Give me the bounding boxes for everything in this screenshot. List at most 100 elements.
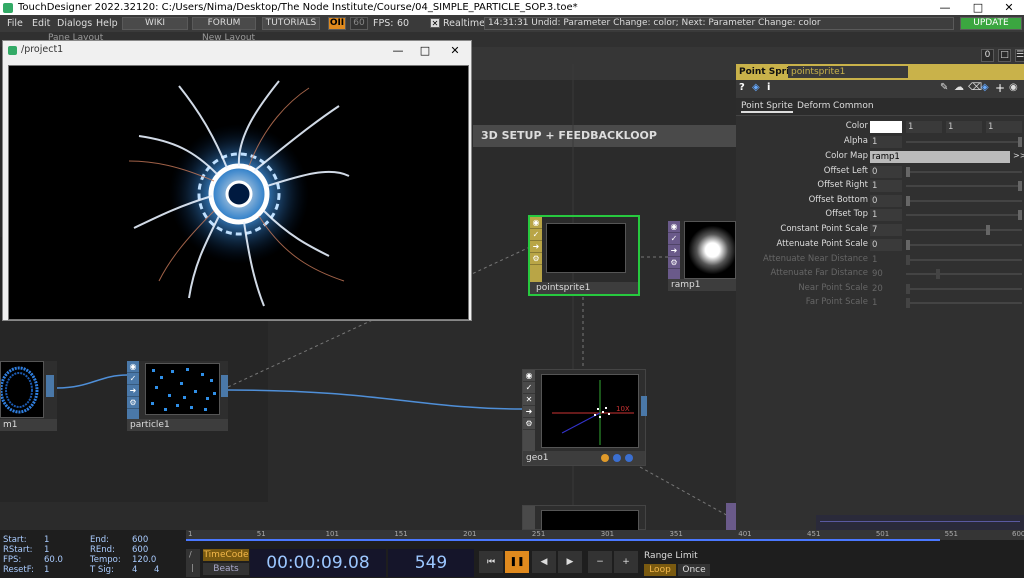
display-flag-icon[interactable]: ◉ [530,217,542,229]
float-minimize-icon[interactable]: — [383,43,413,58]
python-icon[interactable]: ◈ [752,82,760,93]
param-value-field[interactable]: 90 [870,268,902,280]
time-display[interactable]: 00:00:09.08 [250,549,386,577]
project-viewer-window[interactable]: /project1 — □ ✕ [2,40,472,321]
tab-deform[interactable]: Deform [797,101,830,111]
param-slider[interactable] [906,298,1022,308]
param-value-field[interactable]: 20 [870,283,902,295]
rewind-button[interactable]: ⏮ [479,551,503,573]
pane-menu-icon[interactable]: ☰ [1015,49,1024,62]
color-g-field[interactable]: 1 [946,121,982,133]
param-slider[interactable] [906,240,1022,250]
bottom-node[interactable] [522,505,646,530]
output-connector[interactable] [46,375,54,397]
tsig-denominator[interactable]: 4 [154,565,159,575]
tsig-numerator[interactable]: 4 [132,565,137,575]
param-value-field[interactable]: 1 [870,297,902,309]
arrow-flag-icon[interactable]: ➜ [523,406,535,418]
realtime-checkbox[interactable]: ✕ [430,18,440,28]
tab-point-sprite[interactable]: Point Sprite [741,101,793,113]
param-slider[interactable] [906,137,1022,147]
render-output-viewer[interactable] [8,65,469,320]
end-value[interactable]: 600 [132,535,148,545]
node-name[interactable]: ramp1 [668,279,736,291]
right-node-edge[interactable] [726,503,736,530]
slider-knob[interactable] [906,196,910,206]
loop-button[interactable]: Loop [644,564,676,576]
timeline-side-toggle[interactable]: / | [186,549,200,577]
node-name[interactable]: m1 [0,419,57,431]
ramp-node[interactable]: ◉ ✓ ➜ ⚙ ramp1 [668,221,736,291]
geo-node[interactable]: ◉ ✓ ✕ ➜ ⚙ 10X geo1 [522,369,647,466]
rstart-value[interactable]: 1 [44,545,49,555]
resetf-value[interactable]: 1 [44,565,49,575]
bottom-node-preview[interactable] [541,510,639,530]
param-slider[interactable] [906,255,1022,265]
minimize-icon[interactable]: — [930,0,960,15]
arrow-flag-icon[interactable]: ➜ [127,385,139,397]
menu-file[interactable]: File [7,15,23,32]
start-value[interactable]: 1 [44,535,49,545]
pane-split-icon[interactable]: □ [998,49,1011,62]
param-value-field[interactable]: 7 [870,224,902,236]
slider-knob[interactable] [906,284,910,294]
display-dot-icon[interactable] [613,454,621,462]
step-forward-button[interactable]: ▶ [558,551,582,573]
slider-knob[interactable] [936,269,940,279]
edit-flag-icon[interactable]: ✓ [523,382,535,394]
pickable-dot-icon[interactable] [625,454,633,462]
param-slider[interactable] [906,225,1022,235]
slider-knob[interactable] [906,298,910,308]
ramp-preview[interactable] [684,221,736,279]
node-name[interactable]: pointsprite1 [530,282,638,294]
param-slider[interactable] [906,210,1022,220]
tab-common[interactable]: Common [833,101,874,111]
slider-knob[interactable] [1018,137,1022,147]
display-flag-icon[interactable]: ◉ [523,370,535,382]
param-slider[interactable] [906,269,1022,279]
tutorials-button[interactable]: TUTORIALS [262,17,320,30]
close-icon[interactable]: ✕ [994,0,1024,15]
viewer-flag-icon[interactable]: ⚙ [523,418,535,430]
rend-value[interactable]: 600 [132,545,148,555]
render-flag-icon[interactable] [601,454,609,462]
menu-edit[interactable]: Edit [32,15,50,32]
help-icon[interactable]: ? [739,82,745,93]
slider-knob[interactable] [906,167,910,177]
operator-name-field[interactable]: pointsprite1 [788,66,908,78]
slider-knob[interactable] [906,255,910,265]
menu-dialogs[interactable]: Dialogs [57,15,92,32]
bypass-flag-icon[interactable]: ✕ [523,394,535,406]
step-back-button[interactable]: ◀ [532,551,556,573]
slider-knob[interactable] [906,240,910,250]
fps-target-field[interactable]: 60 [350,17,368,30]
update-button[interactable]: UPDATE [960,17,1022,30]
edit-flag-icon[interactable]: ✓ [127,373,139,385]
viewer-flag-icon[interactable]: ⚙ [668,257,680,269]
beats-toggle[interactable]: Beats [203,563,249,575]
target-icon[interactable]: ◉ [1009,82,1018,93]
display-flag-icon[interactable]: ◉ [127,361,139,373]
viewer-flag-icon[interactable]: ⚙ [127,397,139,409]
output-connector[interactable] [641,396,647,416]
color-b-field[interactable]: 1 [986,121,1022,133]
color-map-field[interactable]: ramp1 [870,151,1010,163]
slider-knob[interactable] [1018,181,1022,191]
op-picker-icon[interactable]: >> [1013,151,1024,160]
frame-display[interactable]: 549 [388,549,474,577]
param-value-field[interactable]: 0 [870,195,902,207]
timeline-ruler[interactable]: 1 51 101 151 201 251 301 351 401 451 501 551 600 [186,530,1024,541]
circle-preview[interactable] [0,361,44,418]
menu-help[interactable]: Help [96,15,118,32]
once-button[interactable]: Once [678,564,710,576]
tempo-value[interactable]: 120.0 [132,555,156,565]
edit-flag-icon[interactable]: ✓ [668,233,680,245]
slider-knob[interactable] [986,225,990,235]
edit-flag-icon[interactable]: ✓ [530,229,542,241]
info-icon[interactable]: i [767,82,770,93]
param-value-field[interactable]: 1 [870,254,902,266]
param-value-field[interactable]: 1 [870,180,902,192]
geo-preview[interactable]: 10X [541,374,639,448]
particle-preview[interactable] [145,363,220,415]
viewer-flag-icon[interactable]: ⚙ [530,253,542,265]
